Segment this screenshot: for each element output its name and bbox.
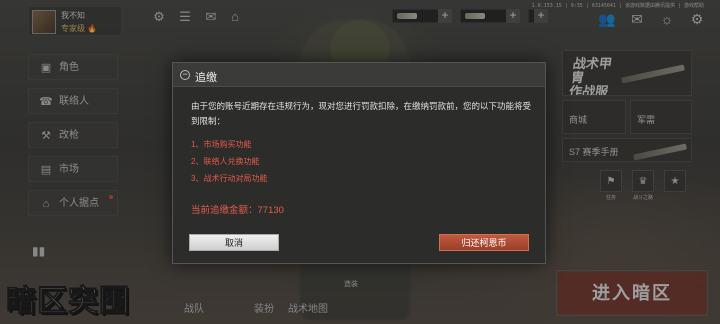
restriction-list: 1、市场购买功能 2、联络人兑换功能 3、战术行动对局功能 bbox=[191, 136, 531, 187]
repay-coins-button[interactable]: 归还柯恩币 bbox=[439, 234, 529, 251]
restriction-item: 2、联络人兑换功能 bbox=[191, 157, 260, 166]
penalty-message: 由于您的账号近期存在违规行为，现对您进行罚款扣除，在缴纳罚款前，您的以下功能将受… bbox=[191, 101, 532, 126]
dialog-title: 追缴 bbox=[195, 72, 217, 84]
penalty-dialog: − 追缴 由于您的账号近期存在违规行为，现对您进行罚款扣除，在缴纳罚款前，您的以… bbox=[172, 62, 546, 264]
penalty-amount: 当前追缴金额：77130 bbox=[191, 205, 284, 216]
minus-circle-icon: − bbox=[180, 70, 190, 80]
dialog-header: − 追缴 bbox=[173, 63, 545, 87]
restriction-item: 1、市场购买功能 bbox=[191, 140, 252, 149]
restriction-item: 3、战术行动对局功能 bbox=[191, 174, 268, 183]
dialog-body: 由于您的账号近期存在违规行为，现对您进行罚款扣除，在缴纳罚款前，您的以下功能将受… bbox=[191, 99, 531, 187]
cancel-button[interactable]: 取消 bbox=[189, 234, 279, 251]
